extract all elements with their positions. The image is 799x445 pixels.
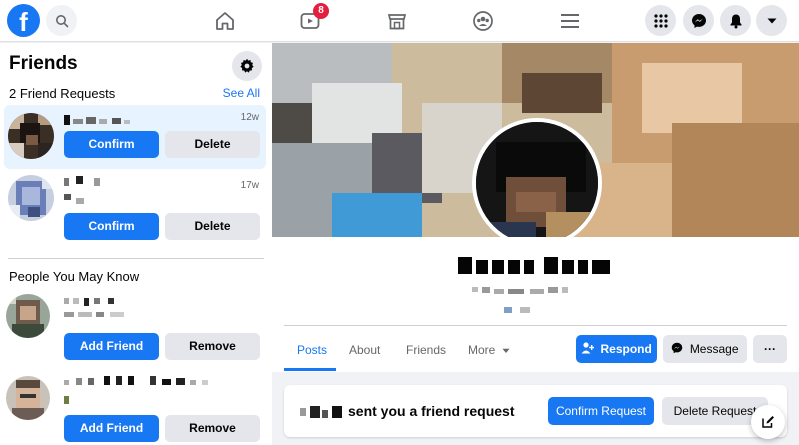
- apps-grid-icon: [653, 13, 668, 28]
- sidebar-title: Friends: [9, 53, 78, 74]
- notifications-button[interactable]: [720, 5, 751, 36]
- request-time: 12w: [240, 112, 259, 123]
- confirm-button[interactable]: Confirm: [64, 213, 159, 240]
- gear-icon: [240, 58, 254, 73]
- messenger-button[interactable]: [683, 5, 714, 36]
- requester-name-redacted: [64, 176, 124, 206]
- tab-more[interactable]: More: [468, 343, 510, 357]
- remove-button[interactable]: Remove: [165, 415, 260, 442]
- respond-label: Respond: [600, 342, 652, 356]
- delete-button[interactable]: Delete: [165, 131, 260, 158]
- delete-button[interactable]: Delete: [165, 213, 260, 240]
- compose-icon: [762, 416, 774, 428]
- avatar: [6, 376, 50, 420]
- friend-request-item[interactable]: 17w Confirm Delete: [4, 173, 266, 243]
- menu-icon: [561, 14, 579, 28]
- profile-picture[interactable]: [472, 118, 602, 248]
- tabs-divider: [284, 325, 787, 326]
- request-time: 17w: [240, 180, 259, 191]
- friend-requests-header: 2 Friend Requests: [9, 86, 116, 101]
- suggestion-name-redacted: [64, 298, 144, 324]
- account-caret-icon: [767, 18, 776, 23]
- messenger-icon: [672, 342, 683, 354]
- requester-name-redacted: [64, 112, 139, 125]
- add-friend-button[interactable]: Add Friend: [64, 415, 159, 442]
- watch-badge: 8: [313, 3, 329, 19]
- new-message-button[interactable]: [751, 405, 785, 439]
- people-you-may-know-header: People You May Know: [9, 269, 140, 284]
- sender-name-redacted: [300, 405, 344, 418]
- suggestion-name-redacted: [64, 376, 244, 406]
- notice-text: sent you a friend request: [348, 403, 515, 419]
- remove-button[interactable]: Remove: [165, 333, 260, 360]
- tab-more-label: More: [468, 343, 496, 357]
- nav-groups[interactable]: [468, 6, 498, 36]
- marketplace-icon: [387, 14, 407, 30]
- see-all-link[interactable]: See All: [223, 86, 260, 100]
- profile-name-redacted: [458, 257, 612, 274]
- top-navigation-bar: f 8: [0, 0, 799, 42]
- respond-button[interactable]: Respond: [576, 335, 657, 363]
- person-add-icon: [581, 342, 595, 354]
- friend-request-item[interactable]: 12w Confirm Delete: [4, 105, 266, 169]
- section-divider: [8, 258, 264, 259]
- notifications-icon: [730, 14, 741, 28]
- tab-friends[interactable]: Friends: [406, 343, 446, 357]
- add-friend-button[interactable]: Add Friend: [64, 333, 159, 360]
- profile-subtitle-redacted: [472, 285, 602, 315]
- nav-marketplace[interactable]: [382, 6, 412, 36]
- confirm-button[interactable]: Confirm: [64, 131, 159, 158]
- caret-down-icon: [502, 348, 510, 353]
- friend-request-notice: sent you a friend request Confirm Reques…: [284, 385, 787, 437]
- search-button[interactable]: [46, 5, 77, 36]
- message-button[interactable]: Message: [663, 335, 747, 363]
- search-icon: [55, 14, 68, 27]
- facebook-logo[interactable]: f: [7, 4, 40, 37]
- nav-menu[interactable]: [555, 6, 585, 36]
- avatar: [6, 294, 50, 338]
- friends-sidebar: Friends 2 Friend Requests See All 12w Co…: [0, 43, 272, 445]
- avatar: [8, 113, 54, 159]
- profile-header: Posts About Friends More Respond Message…: [272, 237, 799, 372]
- avatar: [8, 175, 54, 221]
- confirm-request-button[interactable]: Confirm Request: [548, 397, 654, 425]
- messenger-icon: [691, 13, 706, 28]
- message-label: Message: [689, 342, 739, 356]
- tab-about[interactable]: About: [349, 343, 380, 357]
- account-menu-button[interactable]: [756, 5, 787, 36]
- tab-posts[interactable]: Posts: [297, 343, 327, 357]
- apps-button[interactable]: [645, 5, 676, 36]
- groups-icon: [473, 11, 493, 31]
- friends-settings-button[interactable]: [232, 51, 262, 81]
- nav-home[interactable]: [210, 6, 240, 36]
- home-icon: [216, 12, 234, 30]
- active-tab-indicator: [284, 368, 336, 371]
- more-actions-button[interactable]: ···: [753, 335, 787, 363]
